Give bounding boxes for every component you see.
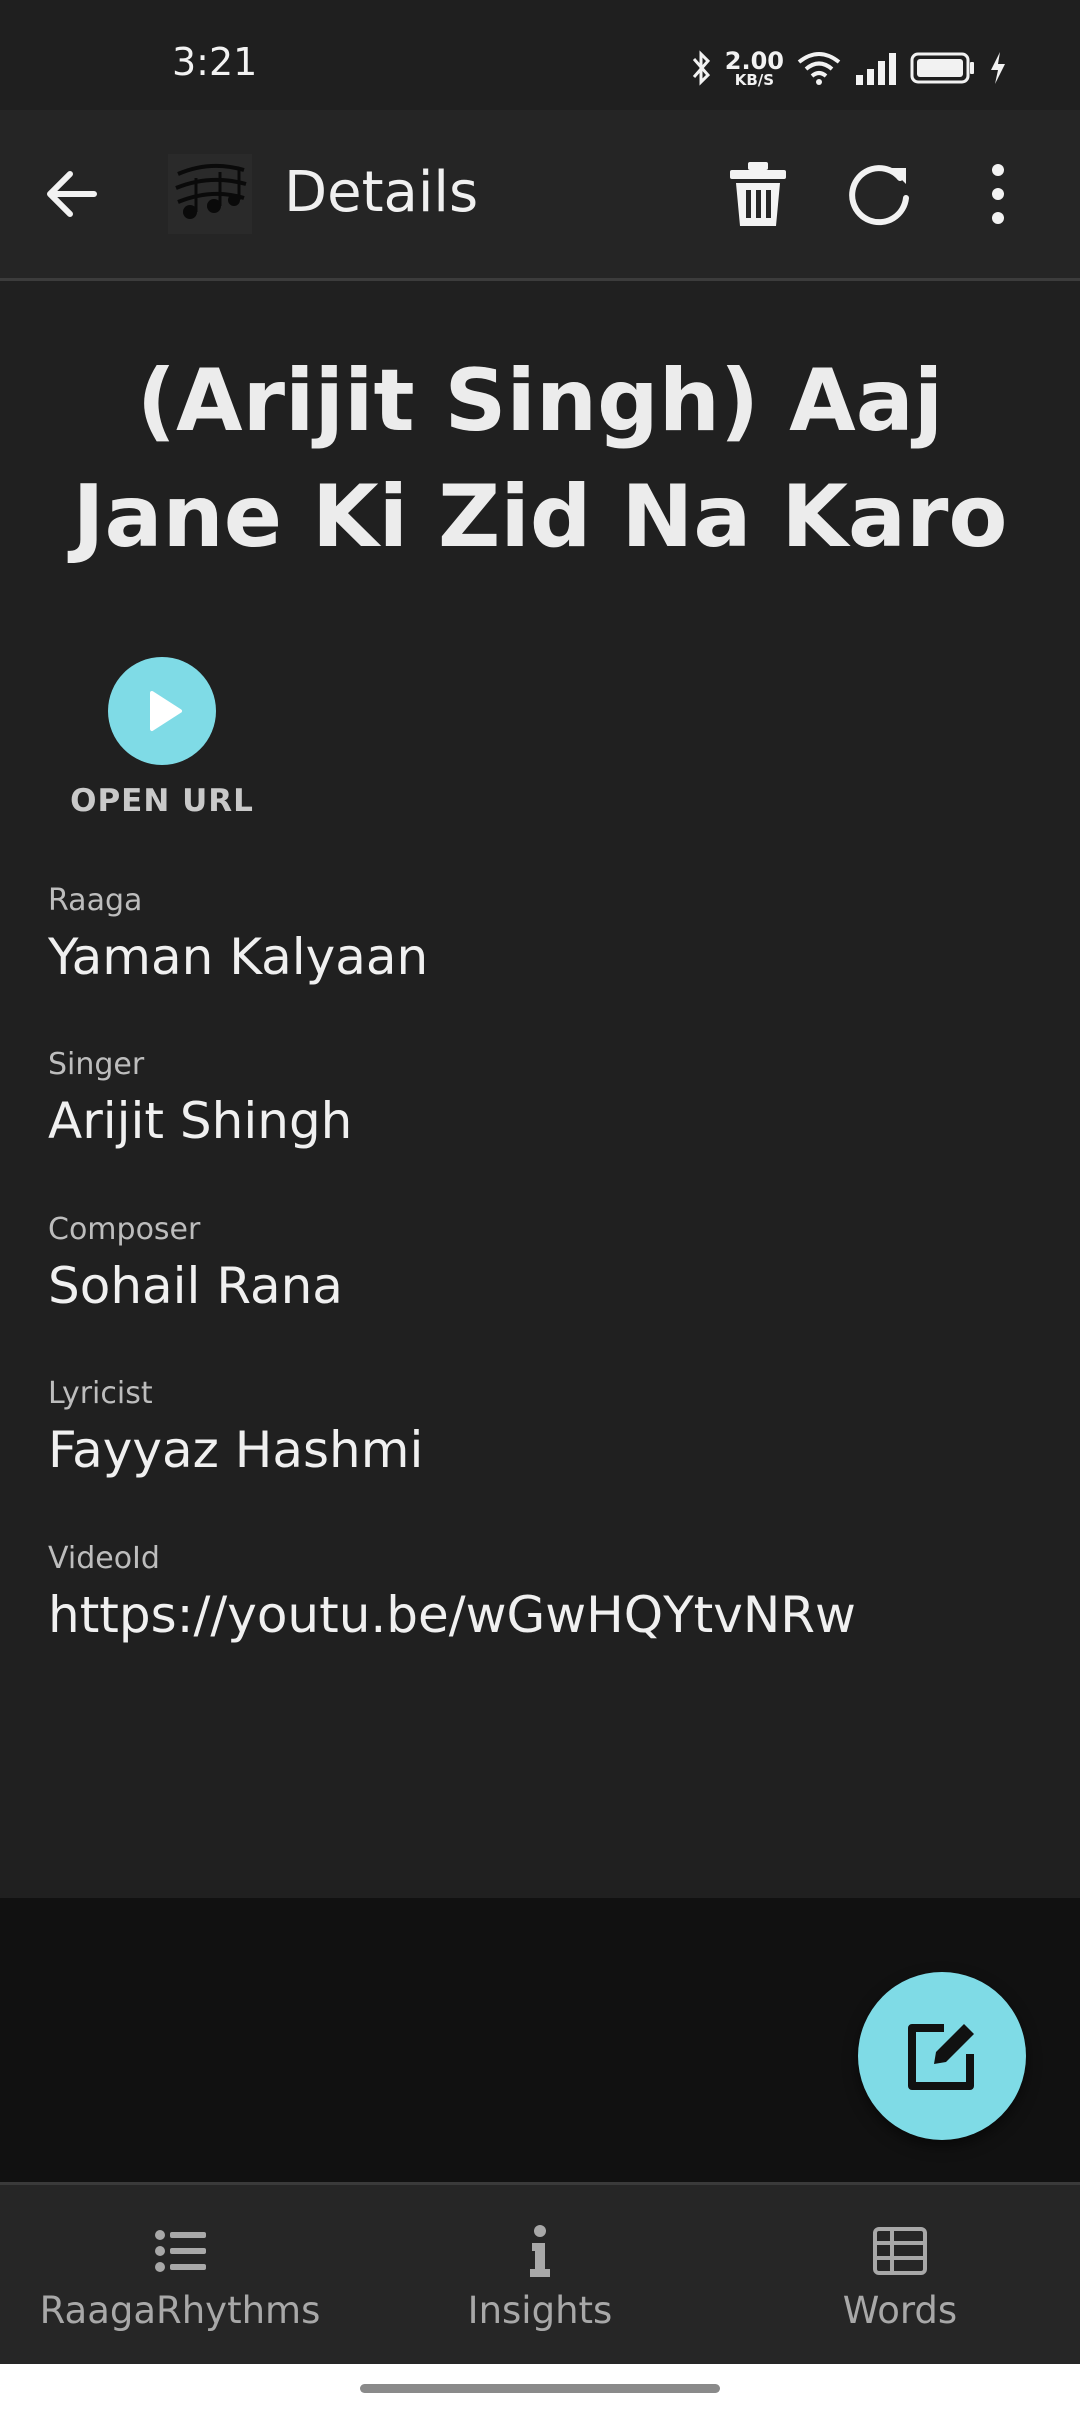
field-value: Sohail Rana <box>48 1257 343 1315</box>
battery-icon <box>910 52 974 84</box>
song-title: (Arijit Singh) Aaj Jane Ki Zid Na Karo <box>72 351 1008 567</box>
open-url-button[interactable]: OPEN URL <box>62 657 262 819</box>
delete-icon <box>730 162 786 226</box>
refresh-icon <box>849 165 909 226</box>
app-logo <box>168 154 252 234</box>
delete-button[interactable] <box>722 158 794 230</box>
field-label: Singer <box>48 1047 145 1082</box>
wifi-icon <box>797 52 841 85</box>
field-label: Lyricist <box>48 1376 153 1411</box>
field-lyricist: Lyricist Fayyaz Hashmi <box>48 1376 1048 1479</box>
field-raaga: Raaga Yaman Kalyaan <box>48 883 1048 986</box>
bottom-navigation: RaagaRhythms Insights Words <box>0 2182 1080 2367</box>
field-value: Yaman Kalyaan <box>48 928 429 986</box>
field-value: Arijit Shingh <box>48 1092 353 1150</box>
play-button[interactable] <box>108 657 216 765</box>
edit-fab[interactable] <box>858 1972 1026 2140</box>
nav-label: Insights <box>467 2289 613 2332</box>
nav-item-insights[interactable]: Insights <box>360 2185 720 2367</box>
more-vert-icon <box>992 164 1004 224</box>
app-bar: Details <box>0 110 1080 281</box>
bluetooth-icon <box>692 50 710 86</box>
music-notes-logo-icon <box>168 154 252 234</box>
nav-label: RaagaRhythms <box>39 2289 321 2332</box>
info-icon <box>530 2225 550 2277</box>
details-content: (Arijit Singh) Aaj Jane Ki Zid Na Karo O… <box>0 281 1080 1898</box>
field-label: VideoId <box>48 1541 160 1576</box>
net-speed: 2.00 KB/S <box>724 46 784 89</box>
gesture-area <box>0 2364 1080 2412</box>
nav-item-raagarhythms[interactable]: RaagaRhythms <box>0 2185 360 2367</box>
nav-label: Words <box>842 2289 958 2332</box>
signal-icon <box>856 53 896 85</box>
gesture-handle[interactable] <box>360 2384 720 2393</box>
edit-icon <box>908 2024 974 2090</box>
field-singer: Singer Arijit Shingh <box>48 1047 1048 1150</box>
field-composer: Composer Sohail Rana <box>48 1212 1048 1315</box>
field-videoid: VideoId https://youtu.be/wGwHQYtvNRw <box>48 1541 1048 1644</box>
field-value: Fayyaz Hashmi <box>48 1421 424 1479</box>
list-icon <box>155 2230 206 2272</box>
video-url-value: https://youtu.be/wGwHQYtvNRw <box>48 1586 856 1644</box>
table-icon <box>873 2227 927 2275</box>
nav-item-words[interactable]: Words <box>720 2185 1080 2367</box>
arrow-back-icon <box>47 171 97 217</box>
page-title: Details <box>284 160 479 225</box>
refresh-button[interactable] <box>844 158 916 230</box>
field-label: Raaga <box>48 883 143 918</box>
more-options-button[interactable] <box>962 158 1034 230</box>
status-time: 3:21 <box>172 40 258 84</box>
open-url-label: OPEN URL <box>70 783 254 819</box>
charging-icon <box>991 52 1005 84</box>
play-icon <box>150 691 182 731</box>
status-icons: 2.00 KB/S <box>691 46 1008 90</box>
field-label: Composer <box>48 1212 201 1247</box>
back-button[interactable] <box>40 162 104 226</box>
status-bar: 3:21 2.00 KB/S <box>0 0 1080 110</box>
